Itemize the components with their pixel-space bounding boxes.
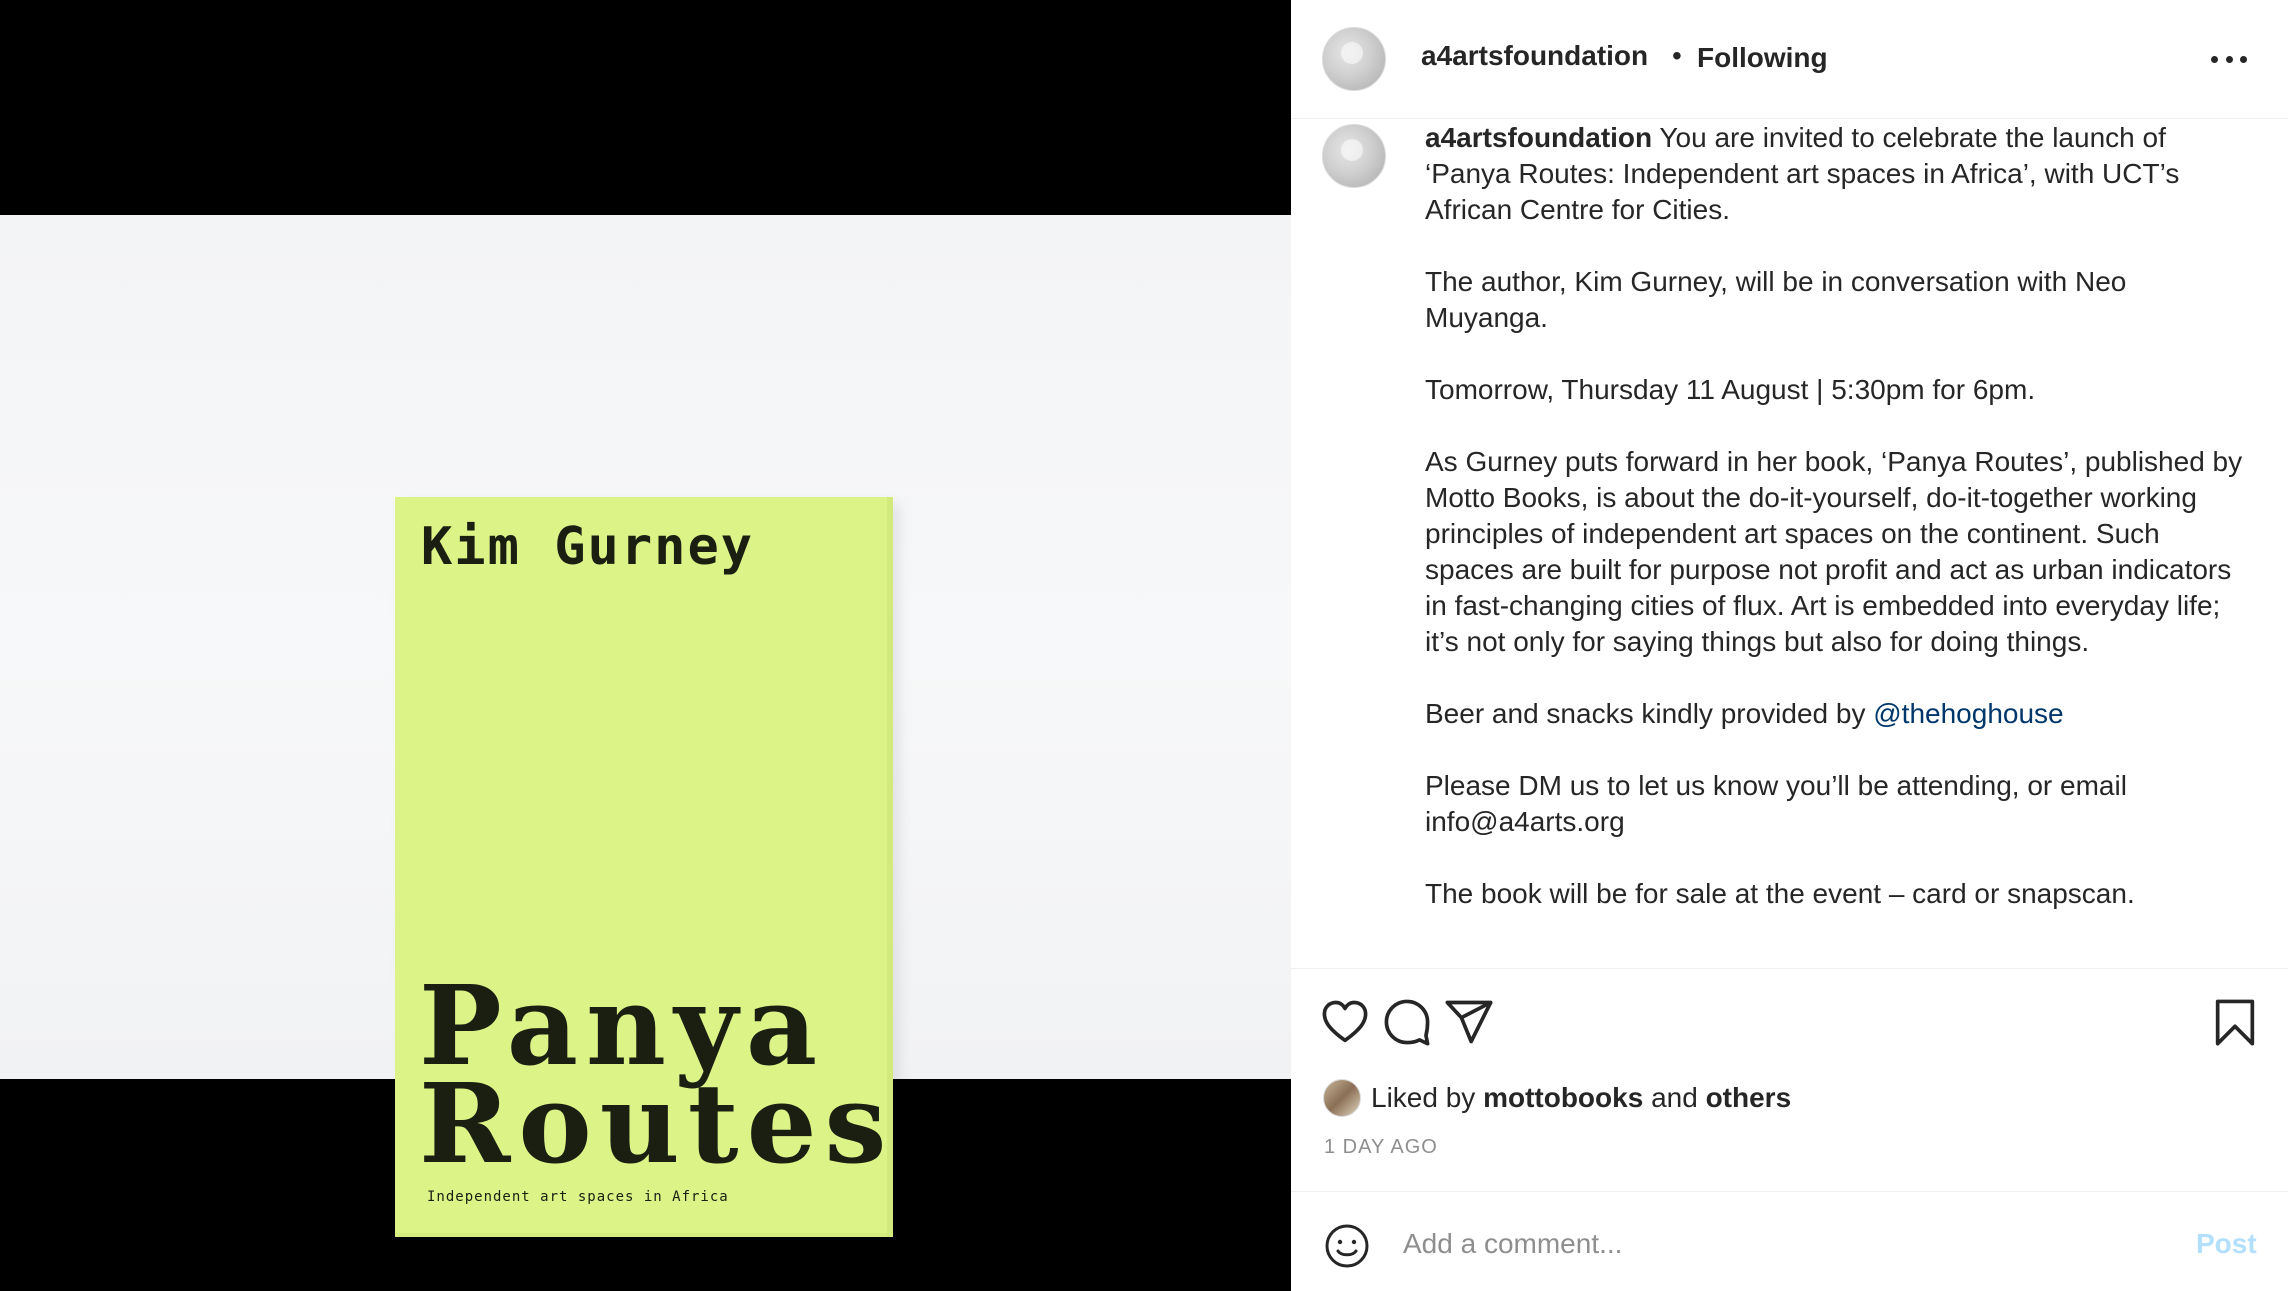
emoji-icon[interactable] xyxy=(1323,1222,1371,1270)
book-author: Kim Gurney xyxy=(421,517,755,577)
likes-prefix: Liked by xyxy=(1371,1082,1476,1113)
book-title: Panya Routes xyxy=(419,971,895,1188)
caption-p6: Please DM us to let us know you’ll be at… xyxy=(1425,770,2127,837)
likes-others-link[interactable]: others xyxy=(1706,1082,1792,1114)
comment-icon[interactable] xyxy=(1381,996,1433,1048)
liker-username[interactable]: mottobooks xyxy=(1483,1082,1643,1114)
caption-text: a4artsfoundation You are invited to cele… xyxy=(1425,120,2255,948)
liker-avatar[interactable] xyxy=(1323,1079,1361,1117)
share-icon[interactable] xyxy=(1443,996,1495,1048)
comment-bar: Post xyxy=(1291,1191,2288,1291)
header-separator: • xyxy=(1672,40,1682,71)
following-button[interactable]: Following xyxy=(1697,42,1828,74)
profile-avatar[interactable] xyxy=(1322,27,1386,91)
caption-p7: The book will be for sale at the event –… xyxy=(1425,878,2135,909)
caption-p5: Beer and snacks kindly provided by xyxy=(1425,698,1874,729)
header-username[interactable]: a4artsfoundation xyxy=(1421,40,1648,72)
post-timestamp[interactable]: 1 DAY AGO xyxy=(1324,1136,1438,1159)
bookmark-icon[interactable] xyxy=(2209,996,2261,1048)
instagram-post-modal: Kim Gurney Panya Routes Independent art … xyxy=(0,0,2288,1291)
caption-paragraph: Beer and snacks kindly provided by @theh… xyxy=(1425,696,2255,732)
more-options-icon[interactable] xyxy=(2211,56,2247,64)
caption-p4: As Gurney puts forward in her book, ‘Pan… xyxy=(1425,446,2243,657)
caption-paragraph: a4artsfoundation You are invited to cele… xyxy=(1425,120,2255,228)
caption-area[interactable]: a4artsfoundation You are invited to cele… xyxy=(1291,120,2288,968)
action-bar xyxy=(1291,970,2288,1072)
book-title-line2: Routes xyxy=(419,1059,895,1188)
post-side-panel: a4artsfoundation • Following a4artsfound… xyxy=(1291,0,2288,1291)
post-media[interactable]: Kim Gurney Panya Routes Independent art … xyxy=(0,0,1291,1291)
likes-joiner: and xyxy=(1651,1082,1698,1113)
book-cover: Kim Gurney Panya Routes Independent art … xyxy=(395,497,893,1237)
comment-input[interactable] xyxy=(1403,1218,2103,1270)
more-dot xyxy=(2211,56,2218,63)
caption-p3: Tomorrow, Thursday 11 August | 5:30pm fo… xyxy=(1425,374,2036,405)
book-subtitle: Independent art spaces in Africa xyxy=(427,1189,729,1205)
caption-owner[interactable]: a4artsfoundation xyxy=(1425,122,1652,153)
caption-p2: The author, Kim Gurney, will be in conve… xyxy=(1425,266,2127,333)
divider xyxy=(1291,968,2288,969)
more-dot xyxy=(2240,56,2247,63)
likes-summary: Liked by mottobooks and others xyxy=(1323,1078,1791,1118)
caption-avatar[interactable] xyxy=(1322,124,1386,188)
heart-icon[interactable] xyxy=(1319,996,1371,1048)
post-header: a4artsfoundation • Following xyxy=(1291,0,2288,119)
post-photo: Kim Gurney Panya Routes Independent art … xyxy=(0,215,1291,1243)
post-comment-button[interactable]: Post xyxy=(2196,1228,2257,1260)
mention-link[interactable]: @thehoghouse xyxy=(1873,698,2063,729)
more-dot xyxy=(2225,56,2233,63)
